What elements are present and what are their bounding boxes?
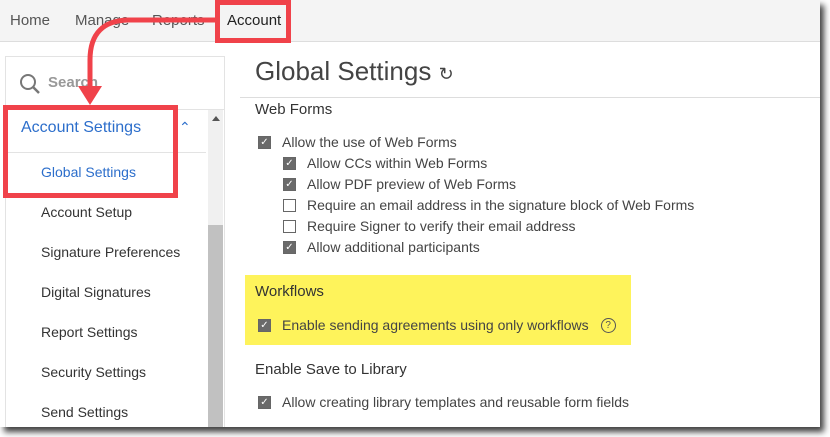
annotation-arrow-icon xyxy=(78,17,217,105)
app-window: Home Manage Reports Account Search Accou… xyxy=(0,0,820,427)
